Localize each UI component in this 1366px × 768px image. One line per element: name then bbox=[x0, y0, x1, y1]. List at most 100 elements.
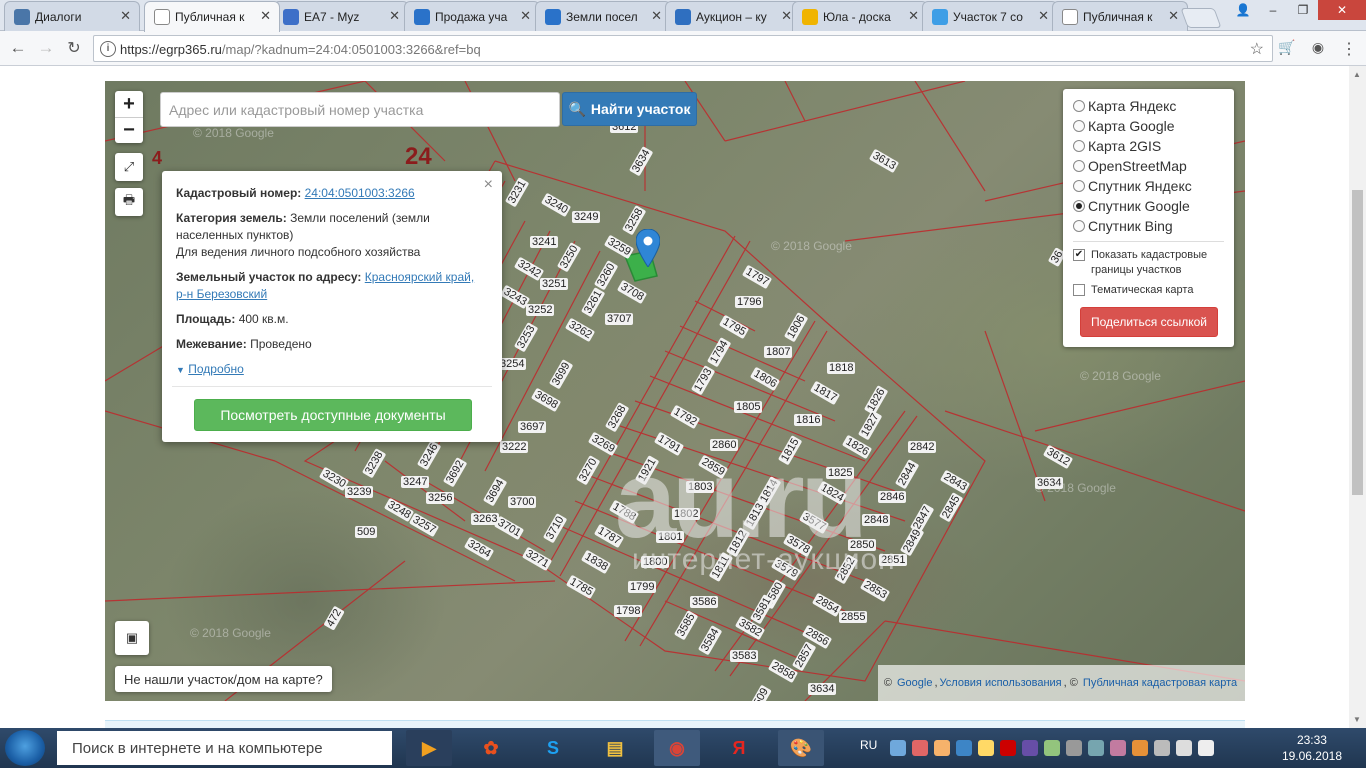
layer-option[interactable]: OpenStreetMap bbox=[1073, 156, 1224, 176]
browser-tab[interactable]: Участок 7 со ✕ bbox=[922, 1, 1058, 31]
volume-icon[interactable] bbox=[1198, 740, 1214, 756]
tab-close-icon[interactable]: ✕ bbox=[389, 8, 400, 24]
tab-close-icon[interactable]: ✕ bbox=[781, 8, 792, 24]
radio-icon[interactable] bbox=[1073, 180, 1085, 192]
browser-tab[interactable]: Аукцион – ку ✕ bbox=[665, 1, 801, 31]
more-details-toggle[interactable]: ▼ Подробно bbox=[176, 361, 488, 379]
battery-icon[interactable] bbox=[1154, 740, 1170, 756]
plot-number-label[interactable]: 3586 bbox=[690, 596, 719, 608]
tray-app-icon[interactable] bbox=[1022, 740, 1038, 756]
map-view[interactable]: 3634 3613 3612 3231 3240 3249 3258 3259 3241 3250… bbox=[105, 81, 1245, 701]
close-window-button[interactable]: ✕ bbox=[1318, 0, 1366, 20]
browser-tab[interactable]: EA7 - Myz ✕ bbox=[273, 1, 409, 31]
plot-number-label[interactable]: 3256 bbox=[426, 492, 455, 504]
scrollbar-thumb[interactable] bbox=[1352, 190, 1363, 495]
layer-option[interactable]: Карта Google bbox=[1073, 116, 1224, 136]
zoom-in-button[interactable]: + bbox=[115, 91, 143, 117]
pkk-link[interactable]: Публичная кадастровая карта bbox=[1083, 677, 1237, 689]
tray-app-icon[interactable] bbox=[912, 740, 928, 756]
view-documents-button[interactable]: Посмотреть доступные документы bbox=[194, 399, 472, 431]
tray-app-icon[interactable] bbox=[1132, 740, 1148, 756]
tray-app-icon[interactable] bbox=[1110, 740, 1126, 756]
scroll-down-icon[interactable]: ▼ bbox=[1353, 715, 1361, 724]
plot-number-label[interactable]: 1805 bbox=[734, 401, 763, 413]
close-icon[interactable]: × bbox=[484, 176, 493, 193]
radio-icon[interactable] bbox=[1073, 220, 1085, 232]
plot-number-label[interactable]: 2855 bbox=[839, 611, 868, 623]
bookmark-star-icon[interactable]: ☆ bbox=[1250, 39, 1264, 59]
print-icon[interactable]: 🖶 bbox=[115, 188, 143, 216]
map-marker-icon[interactable] bbox=[636, 229, 660, 267]
checkbox-checked-icon[interactable]: ✔ bbox=[1073, 249, 1085, 261]
app-icon[interactable]: ✿ bbox=[468, 730, 514, 766]
skype-icon[interactable]: S bbox=[530, 730, 576, 766]
google-link[interactable]: Google bbox=[897, 677, 932, 689]
plot-number-label[interactable]: 1807 bbox=[764, 346, 793, 358]
plot-number-label[interactable]: 1818 bbox=[827, 362, 856, 374]
not-found-button[interactable]: Не нашли участок/дом на карте? bbox=[115, 666, 332, 692]
find-plot-button[interactable]: 🔍 Найти участок bbox=[562, 92, 697, 126]
gamepad-icon[interactable] bbox=[1044, 740, 1060, 756]
back-arrow-icon[interactable]: ← bbox=[7, 37, 29, 59]
browser-tab[interactable]: Продажа уча ✕ bbox=[404, 1, 540, 31]
tab-close-icon[interactable]: ✕ bbox=[1168, 8, 1179, 24]
tray-app-icon[interactable] bbox=[978, 740, 994, 756]
terms-link[interactable]: Условия использования bbox=[940, 677, 1062, 689]
tray-app-icon[interactable] bbox=[934, 740, 950, 756]
plot-number-label[interactable]: 3251 bbox=[540, 278, 569, 290]
reload-icon[interactable]: ↻ bbox=[63, 37, 85, 59]
radio-icon[interactable] bbox=[1073, 140, 1085, 152]
maximize-button[interactable]: ❐ bbox=[1288, 0, 1318, 20]
browser-tab[interactable]: Земли посел ✕ bbox=[535, 1, 671, 31]
menu-icon[interactable]: ⋮ bbox=[1339, 39, 1359, 59]
cadastral-number-link[interactable]: 24:04:0501003:3266 bbox=[305, 186, 415, 200]
plot-number-label[interactable]: 3241 bbox=[530, 236, 559, 248]
plot-number-label[interactable]: 3700 bbox=[508, 496, 537, 508]
browser-tab[interactable]: Публичная к ✕ bbox=[144, 1, 280, 32]
layer-option[interactable]: Карта 2GIS bbox=[1073, 136, 1224, 156]
minimize-button[interactable]: – bbox=[1258, 0, 1288, 20]
tab-close-icon[interactable]: ✕ bbox=[651, 8, 662, 24]
tab-close-icon[interactable]: ✕ bbox=[260, 8, 271, 24]
new-tab-button[interactable] bbox=[1180, 8, 1222, 28]
user-icon[interactable]: 👤 bbox=[1228, 0, 1258, 20]
radio-icon[interactable] bbox=[1073, 200, 1085, 212]
plot-number-label[interactable]: 3252 bbox=[526, 304, 555, 316]
ruler-icon[interactable]: ▣ bbox=[115, 621, 149, 655]
search-input[interactable] bbox=[160, 92, 560, 127]
layer-option[interactable]: Спутник Bing bbox=[1073, 216, 1224, 236]
plot-number-label[interactable]: 3707 bbox=[605, 313, 634, 325]
paint-icon[interactable]: 🎨 bbox=[778, 730, 824, 766]
plot-number-label[interactable]: 1798 bbox=[614, 605, 643, 617]
plot-number-label[interactable]: 3583 bbox=[730, 650, 759, 662]
radio-icon[interactable] bbox=[1073, 120, 1085, 132]
share-link-button[interactable]: Поделиться ссылкой bbox=[1080, 307, 1218, 337]
address-bar[interactable]: i https://egrp365.ru/map/?kadnum=24:04:0… bbox=[93, 35, 1273, 62]
tab-close-icon[interactable]: ✕ bbox=[908, 8, 919, 24]
media-player-icon[interactable]: ▶ bbox=[406, 730, 452, 766]
plot-number-label[interactable]: 2848 bbox=[862, 514, 891, 526]
plot-number-label[interactable]: 3697 bbox=[518, 421, 547, 433]
clock[interactable]: 23:33 19.06.2018 bbox=[1282, 732, 1342, 764]
browser-tab[interactable]: Диалоги ✕ bbox=[4, 1, 140, 31]
tray-app-icon[interactable] bbox=[1066, 740, 1082, 756]
bluetooth-icon[interactable] bbox=[956, 740, 972, 756]
extension-icon[interactable]: ◉ bbox=[1308, 39, 1328, 59]
cart-icon[interactable]: 🛒 bbox=[1277, 39, 1297, 59]
forward-arrow-icon[interactable]: → bbox=[35, 37, 57, 59]
tray-app-icon[interactable] bbox=[1088, 740, 1104, 756]
taskbar-search[interactable]: Поиск в интернете и на компьютере bbox=[57, 731, 392, 765]
zoom-out-button[interactable]: − bbox=[115, 117, 143, 143]
scroll-up-icon[interactable]: ▲ bbox=[1353, 70, 1361, 79]
tray-app-icon[interactable] bbox=[1000, 740, 1016, 756]
page-scrollbar[interactable]: ▲ ▼ bbox=[1349, 66, 1366, 728]
radio-icon[interactable] bbox=[1073, 100, 1085, 112]
thematic-map-checkbox[interactable]: Тематическая карта bbox=[1073, 283, 1224, 298]
plot-number-label[interactable]: 3247 bbox=[401, 476, 430, 488]
plot-number-label[interactable]: 1799 bbox=[628, 581, 657, 593]
language-indicator[interactable]: RU bbox=[860, 738, 877, 752]
tab-close-icon[interactable]: ✕ bbox=[520, 8, 531, 24]
checkbox-icon[interactable] bbox=[1073, 284, 1085, 296]
plot-number-label[interactable]: 3239 bbox=[345, 486, 374, 498]
browser-tab[interactable]: Юла - доска ✕ bbox=[792, 1, 928, 31]
